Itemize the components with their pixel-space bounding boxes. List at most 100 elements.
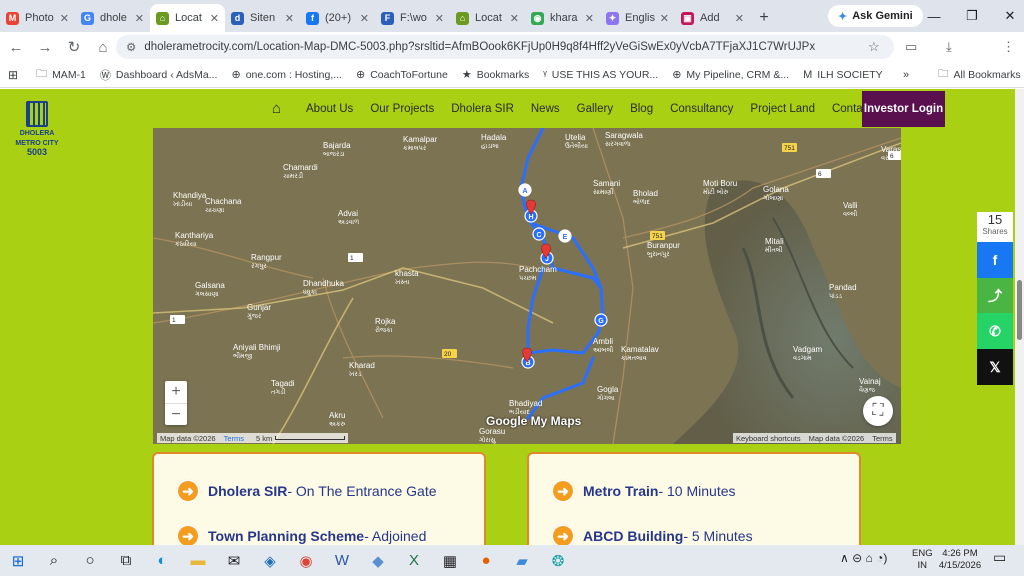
home-icon[interactable]: ⌂	[272, 100, 281, 117]
bookmark-item[interactable]: ⊕ one.com : Hosting,...	[231, 65, 342, 84]
bookmark-item[interactable]: ⊕ CoachToFortune	[356, 65, 448, 84]
chrome-icon[interactable]: ◉	[288, 545, 324, 576]
bookmark-item[interactable]: Ⓦ Dashboard ‹ AdsMa...	[100, 65, 218, 84]
new-tab-button[interactable]: +	[750, 4, 778, 32]
search-icon[interactable]: ⌕	[36, 545, 72, 576]
menu-item[interactable]: Gallery	[577, 103, 613, 115]
minimize-button[interactable]: —	[914, 0, 954, 32]
close-tab-icon[interactable]: ✕	[660, 12, 669, 25]
close-tab-icon[interactable]: ✕	[285, 12, 294, 25]
fullscreen-button[interactable]: ⛶	[863, 396, 893, 426]
browser-tab[interactable]: Gdhole ✕	[75, 4, 150, 32]
map-marker-e[interactable]: E	[558, 229, 572, 243]
facebook-share-button[interactable]: f	[977, 242, 1013, 278]
close-tab-icon[interactable]: ✕	[60, 12, 69, 25]
scrollbar-thumb[interactable]	[1017, 280, 1022, 340]
place-label-gujarati: રંગપુર	[251, 262, 267, 270]
map-marker-g[interactable]: G	[594, 313, 608, 327]
more-bookmarks-icon[interactable]: »	[903, 69, 909, 81]
app2-icon[interactable]: ◆	[360, 545, 396, 576]
menu-item[interactable]: Project Land	[750, 103, 815, 115]
zoom-in-button[interactable]: +	[165, 381, 187, 403]
cortana-icon[interactable]: ○	[72, 545, 108, 576]
map-terms-link[interactable]: Terms	[224, 434, 244, 443]
place-label: Tagadi	[271, 379, 295, 388]
address-bar[interactable]: ⚙ dholerametrocity.com/Location-Map-DMC-…	[116, 35, 894, 59]
close-tab-icon[interactable]: ✕	[435, 12, 444, 25]
zoom-out-button[interactable]: −	[165, 403, 187, 425]
windows-start-icon[interactable]: ⊞	[0, 545, 36, 576]
download-icon[interactable]: ⤓	[946, 39, 952, 55]
mail-icon[interactable]: ✉	[216, 545, 252, 576]
map-marker-c[interactable]: C	[532, 227, 546, 241]
browser-tab[interactable]: F F:\wo ✕	[375, 4, 450, 32]
excel-icon[interactable]: X	[396, 545, 432, 576]
site-logo[interactable]: DHOLERA METRO CITY 5003	[12, 101, 62, 161]
bookmark-item[interactable]: 🗀 MAM-1	[36, 65, 86, 84]
apps-icon[interactable]: ⊞	[8, 68, 18, 82]
browser-tab[interactable]: ⌂ Locat ✕	[450, 4, 525, 32]
x-share-button[interactable]: 𝕏	[977, 349, 1013, 385]
bookmark-item[interactable]: ⊕ My Pipeline, CRM &...	[672, 65, 789, 84]
ilh-icon: M	[803, 68, 813, 81]
restore-button[interactable]: ❐	[952, 0, 992, 32]
browser-tab[interactable]: M Photo ✕	[0, 4, 75, 32]
close-window-button[interactable]: ✕	[990, 0, 1024, 32]
close-tab-icon[interactable]: ✕	[360, 12, 369, 25]
close-tab-icon[interactable]: ✕	[585, 12, 594, 25]
bookmark-star-icon[interactable]: ☆	[868, 39, 880, 55]
clock[interactable]: 4:26 PM 4/15/2026	[935, 548, 985, 572]
home-button[interactable]: ⌂	[90, 34, 116, 60]
task-view-icon[interactable]: ⧉	[108, 545, 144, 576]
word-icon[interactable]: W	[324, 545, 360, 576]
keyboard-shortcuts-link[interactable]: Keyboard shortcuts	[736, 434, 801, 443]
close-tab-icon[interactable]: ✕	[210, 12, 219, 25]
menu-item[interactable]: About Us	[306, 103, 353, 115]
browser-tab[interactable]: ◉ khara ✕	[525, 4, 600, 32]
terms-right-link[interactable]: Terms	[872, 434, 892, 443]
browser-tab[interactable]: ⌂ Locat ✕	[150, 4, 225, 32]
investor-login-button[interactable]: Investor Login	[862, 91, 945, 127]
map-canvas[interactable]: AHCJEGB KamalparકમાલપરBajardaબાજરડાChama…	[153, 128, 901, 444]
place-label-gujarati: ધંધુકા	[303, 288, 317, 296]
app3-icon[interactable]: ▰	[504, 545, 540, 576]
browser-tab[interactable]: ▣ Add ✕	[675, 4, 750, 32]
language-indicator[interactable]: ENG IN	[912, 548, 933, 572]
browser-tab[interactable]: f (20+) ✕	[300, 4, 375, 32]
edge-icon[interactable]: ◐	[144, 545, 180, 576]
back-button[interactable]: ←	[3, 34, 29, 60]
menu-item[interactable]: Dholera SIR	[451, 103, 514, 115]
menu-item[interactable]: Our Projects	[370, 103, 434, 115]
browser-tab[interactable]: ✦ Englis ✕	[600, 4, 675, 32]
location-map[interactable]: AHCJEGB Kamalpar કમાલપર Bajarda બાજરડા Chama…	[153, 128, 901, 444]
menu-item[interactable]: Blog	[630, 103, 653, 115]
bookmark-item[interactable]: ★ Bookmarks	[462, 65, 529, 84]
forward-button[interactable]: →	[32, 34, 58, 60]
tray-icons[interactable]: ∧ ⊝ ⌂ ◔)	[840, 552, 887, 564]
calculator-icon[interactable]: ▦	[432, 545, 468, 576]
close-tab-icon[interactable]: ✕	[510, 12, 519, 25]
cast-icon[interactable]: ▭	[905, 39, 917, 55]
app4-icon[interactable]: ❂	[540, 545, 576, 576]
bookmark-icon: ᵞ	[543, 68, 547, 81]
firefox-icon[interactable]: ●	[468, 545, 504, 576]
close-tab-icon[interactable]: ✕	[135, 12, 144, 25]
reload-button[interactable]: ↻	[61, 34, 87, 60]
bookmark-item[interactable]: ᵞ USE THIS AS YOUR...	[543, 65, 658, 84]
site-info-icon[interactable]: ⚙	[126, 40, 136, 54]
menu-item[interactable]: News	[531, 103, 560, 115]
place-label: Ambli	[593, 337, 613, 346]
all-bookmarks-button[interactable]: 🗀 All Bookmarks	[938, 66, 1021, 84]
ask-gemini-button[interactable]: ✦ Ask Gemini	[828, 5, 923, 27]
copy-share-button[interactable]: ⤴	[977, 278, 1013, 314]
browser-tab[interactable]: d Siten ✕	[225, 4, 300, 32]
close-tab-icon[interactable]: ✕	[735, 12, 744, 25]
whatsapp-share-button[interactable]: ✆	[977, 313, 1013, 349]
app-icon[interactable]: ◈	[252, 545, 288, 576]
map-marker-a[interactable]: A	[518, 183, 532, 197]
bookmark-item[interactable]: M ILH SOCIETY	[803, 65, 883, 84]
notifications-icon[interactable]: ▭	[993, 550, 1006, 564]
menu-item[interactable]: Consultancy	[670, 103, 733, 115]
menu-icon[interactable]: ⋮	[1002, 39, 1015, 55]
file-explorer-icon[interactable]: ▬	[180, 545, 216, 576]
